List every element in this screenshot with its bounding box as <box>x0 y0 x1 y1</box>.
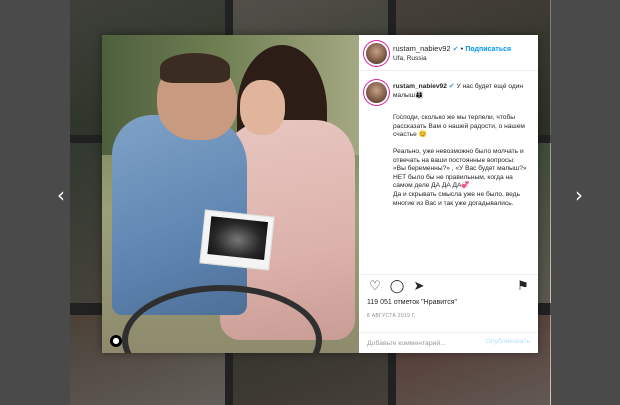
post-header: rustam_nabiev92 ✔ • Подписаться Ufa, Rus… <box>359 35 538 71</box>
ultrasound-photo <box>199 209 275 271</box>
post-location[interactable]: Ufa, Russia <box>393 55 427 62</box>
verified-badge-icon: ✔ <box>452 45 459 53</box>
caption-paragraph: Да и скрывать смысла уже не было, ведь м… <box>393 190 520 207</box>
tagged-user-icon[interactable]: ● <box>110 335 122 347</box>
post-caption: rustam_nabiev92 ✔ У нас будет ещё один м… <box>359 72 538 274</box>
heart-icon[interactable]: ♡ <box>367 279 383 295</box>
comment-bar: Опубликовать <box>359 332 538 353</box>
comment-input[interactable] <box>367 338 487 349</box>
next-post-arrow-icon[interactable]: › <box>569 183 589 207</box>
separator-dot: • <box>460 44 464 53</box>
caption-paragraph: Реально, уже невозможно было молчать и о… <box>393 147 524 164</box>
post-username[interactable]: rustam_nabiev92 <box>393 44 451 53</box>
publish-button[interactable]: Опубликовать <box>486 338 530 345</box>
share-icon[interactable]: ➤ <box>411 279 427 295</box>
post-actions: ♡ ◯ ➤ ⚑ 119 051 отметок "Нравится" 8 АВГ… <box>359 274 538 332</box>
post-date[interactable]: 8 АВГУСТА 2019 Г. <box>367 313 416 319</box>
caption-avatar[interactable] <box>366 82 387 103</box>
previous-post-arrow-icon[interactable]: ‹ <box>51 183 71 207</box>
post-photo[interactable]: ● <box>102 35 359 353</box>
likes-count[interactable]: 119 051 отметок "Нравится" <box>367 299 457 306</box>
verified-badge-icon: ✔ <box>448 82 455 90</box>
follow-button[interactable]: Подписаться <box>465 46 511 53</box>
post-modal: ● rustam_nabiev92 ✔ • Подписаться Ufa, R… <box>102 35 538 353</box>
caption-paragraph: «Вы беременны?» , «У Вас будет малыш?» Н… <box>393 165 527 190</box>
caption-username[interactable]: rustam_nabiev92 <box>393 83 447 90</box>
post-sidebar: rustam_nabiev92 ✔ • Подписаться Ufa, Rus… <box>359 35 538 353</box>
avatar[interactable] <box>366 43 387 64</box>
bookmark-icon[interactable]: ⚑ <box>515 279 531 295</box>
comment-icon[interactable]: ◯ <box>389 279 405 295</box>
caption-paragraph: Господи, сколько же мы терпели, чтобы ра… <box>393 114 525 139</box>
